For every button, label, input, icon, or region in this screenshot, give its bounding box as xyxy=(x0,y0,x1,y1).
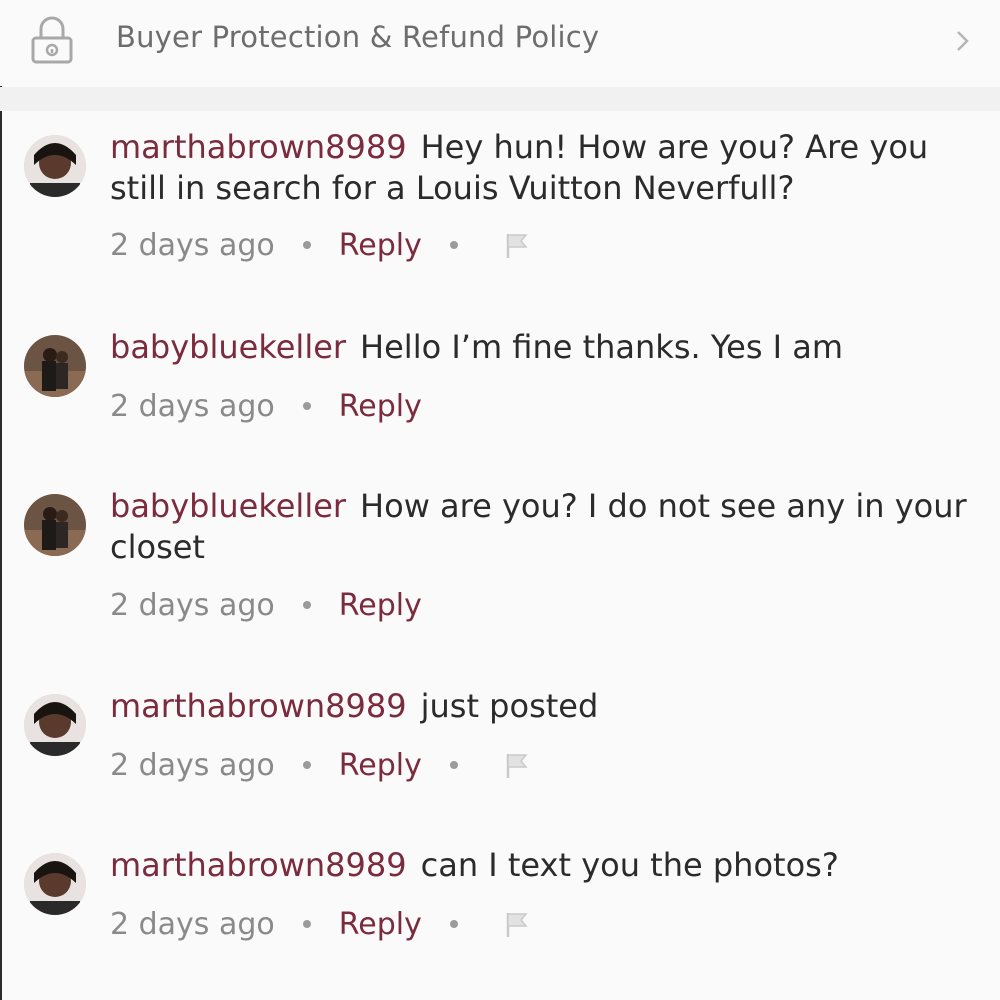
separator-dot xyxy=(302,920,311,928)
lock-icon xyxy=(31,16,73,64)
section-divider xyxy=(0,87,1000,111)
comment-meta: 2 days ago Reply xyxy=(110,745,530,785)
chevron-right-icon[interactable] xyxy=(954,26,972,56)
avatar[interactable] xyxy=(24,135,86,197)
comment-timestamp: 2 days ago xyxy=(110,906,275,942)
comment-message: just posted xyxy=(420,687,599,725)
avatar[interactable] xyxy=(24,694,86,756)
separator-dot xyxy=(302,761,311,769)
separator-dot xyxy=(449,761,458,769)
reply-link[interactable]: Reply xyxy=(339,228,422,263)
buyer-protection-row[interactable]: Buyer Protection & Refund Policy xyxy=(0,0,1000,86)
comment-username[interactable]: babybluekeller xyxy=(110,328,346,366)
avatar[interactable] xyxy=(24,335,86,397)
comment-username[interactable]: marthabrown8989 xyxy=(110,128,407,166)
comment-meta: 2 days ago Reply xyxy=(110,225,530,265)
flag-icon[interactable] xyxy=(504,909,530,939)
separator-dot xyxy=(302,601,311,609)
comment-meta: 2 days ago Reply xyxy=(110,904,530,944)
avatar[interactable] xyxy=(24,494,86,556)
comment-timestamp: 2 days ago xyxy=(110,747,275,783)
avatar[interactable] xyxy=(24,853,86,915)
buyer-protection-label: Buyer Protection & Refund Policy xyxy=(116,20,600,54)
flag-icon[interactable] xyxy=(504,230,530,260)
comment-body: babybluekeller How are you? I do not see … xyxy=(110,486,980,568)
comment-timestamp: 2 days ago xyxy=(110,587,275,623)
comment-timestamp: 2 days ago xyxy=(110,227,275,263)
separator-dot xyxy=(449,241,458,249)
comment-message: Hello I’m fine thanks. Yes I am xyxy=(360,328,844,366)
comment-username[interactable]: babybluekeller xyxy=(110,487,346,525)
comment-meta: 2 days ago Reply xyxy=(110,585,422,625)
separator-dot xyxy=(302,241,311,249)
comment-body: marthabrown8989 Hey hun! How are you? Are… xyxy=(110,127,980,209)
comment-body: marthabrown8989 just posted xyxy=(110,686,980,727)
comment-body: babybluekeller Hello I’m fine thanks. Yes… xyxy=(110,327,980,368)
comment-username[interactable]: marthabrown8989 xyxy=(110,846,407,884)
reply-link[interactable]: Reply xyxy=(339,907,422,942)
reply-link[interactable]: Reply xyxy=(339,588,422,623)
comment-timestamp: 2 days ago xyxy=(110,388,275,424)
left-edge-border xyxy=(0,0,2,1000)
comment-message: can I text you the photos? xyxy=(420,846,839,884)
reply-link[interactable]: Reply xyxy=(339,748,422,783)
comment-meta: 2 days ago Reply xyxy=(110,386,422,426)
separator-dot xyxy=(449,920,458,928)
reply-link[interactable]: Reply xyxy=(339,389,422,424)
comment-username[interactable]: marthabrown8989 xyxy=(110,687,407,725)
separator-dot xyxy=(302,402,311,410)
flag-icon[interactable] xyxy=(504,750,530,780)
comment-body: marthabrown8989 can I text you the photos… xyxy=(110,845,980,886)
